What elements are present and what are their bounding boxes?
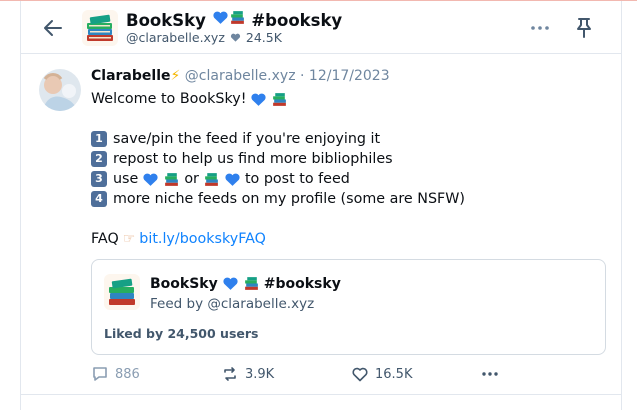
item3-text-c: to post to feed [244, 171, 350, 187]
speech-bubble-icon [93, 367, 107, 381]
item3-text-b: or [184, 171, 199, 187]
keycap-2-icon: 2 [91, 151, 107, 167]
post-meta: Clarabelle⚡ @clarabelle.xyz · 12/17/2023 [91, 67, 390, 86]
reply-button[interactable]: 886 [91, 365, 140, 383]
post-text: Welcome to BookSky! 1 save/pin the feed … [91, 89, 611, 249]
author-name[interactable]: Clarabelle [91, 68, 170, 84]
welcome-text: Welcome to BookSky! [91, 91, 247, 107]
feed-title-text: BookSky [126, 11, 206, 30]
embed-title-text: BookSky [150, 275, 218, 292]
ellipsis-icon [531, 26, 549, 30]
more-options-button[interactable] [526, 16, 554, 40]
keycap-4-icon: 4 [91, 191, 107, 207]
pointing-hand-icon: ☞ [122, 231, 136, 247]
books-icon [271, 91, 288, 108]
item4-text: more niche feeds on my profile (some are… [113, 191, 465, 207]
like-count: 16.5K [375, 366, 413, 382]
post-line-item2: 2 repost to help us find more bibliophil… [91, 149, 611, 169]
post-line-item4: 4 more niche feeds on my profile (some a… [91, 189, 611, 209]
item3-text-a: use [113, 171, 139, 187]
keycap-3-icon: 3 [91, 171, 107, 187]
embed-liked-by: Liked by 24,500 users [104, 326, 259, 341]
post-line-welcome: Welcome to BookSky! [91, 89, 611, 109]
feed-avatar-books-icon [82, 10, 118, 46]
post-more-button[interactable] [481, 371, 499, 377]
blue-heart-icon [212, 9, 229, 26]
embed-title: BookSky #booksky [150, 275, 341, 292]
meta-separator: · [300, 68, 305, 84]
feed-creator-handle[interactable]: @clarabelle.xyz [126, 30, 225, 45]
post-date[interactable]: 12/17/2023 [309, 68, 390, 84]
repost-button[interactable]: 3.9K [221, 365, 274, 383]
books-icon [203, 171, 220, 188]
author-handle[interactable]: @clarabelle.xyz [185, 68, 296, 84]
item2-text: repost to help us find more bibliophiles [113, 151, 393, 167]
post-actions: 886 3.9K 16.5K [91, 363, 611, 387]
blue-heart-icon [142, 171, 159, 188]
books-icon [163, 171, 180, 188]
feed-column: BookSky #booksky @clarabelle.xyz 24.5K C… [20, 1, 622, 410]
feed-title: BookSky #booksky [126, 9, 342, 31]
post-line-faq: FAQ ☞ bit.ly/bookskyFAQ [91, 229, 611, 249]
embed-title-tag: #booksky [263, 275, 341, 292]
back-arrow-icon[interactable] [41, 16, 65, 40]
blue-heart-icon [222, 275, 239, 292]
reply-count: 886 [115, 366, 140, 382]
post-line-item3: 3 use or to post to feed [91, 169, 611, 189]
like-button[interactable]: 16.5K [351, 365, 412, 383]
keycap-1-icon: 1 [91, 131, 107, 147]
ellipsis-icon [482, 372, 498, 376]
feed-subline: @clarabelle.xyz 24.5K [126, 30, 282, 45]
blue-heart-icon [224, 171, 241, 188]
embed-subtitle: Feed by @clarabelle.xyz [150, 296, 315, 312]
repost-count: 3.9K [245, 366, 275, 382]
embed-feed-avatar-books-icon [104, 274, 140, 310]
lightning-icon: ⚡ [170, 68, 181, 84]
user-avatar[interactable] [39, 69, 81, 111]
heart-icon [352, 367, 368, 382]
faq-link[interactable]: bit.ly/bookskyFAQ [139, 229, 266, 249]
faq-label: FAQ [91, 231, 119, 247]
post[interactable]: Clarabelle⚡ @clarabelle.xyz · 12/17/2023… [21, 55, 621, 395]
feed-title-tag: #booksky [251, 11, 343, 30]
books-icon [243, 275, 260, 292]
blue-heart-icon [250, 91, 267, 108]
post-line-item1: 1 save/pin the feed if you're enjoying i… [91, 129, 611, 149]
embedded-feed-card[interactable]: BookSky #booksky Feed by @clarabelle.xyz… [91, 259, 606, 355]
repost-icon [224, 367, 236, 381]
heart-icon [230, 33, 240, 42]
feed-like-count: 24.5K [245, 30, 282, 45]
feed-header: BookSky #booksky @clarabelle.xyz 24.5K [21, 1, 621, 54]
item1-text: save/pin the feed if you're enjoying it [113, 131, 381, 147]
books-icon [229, 9, 246, 26]
pin-icon[interactable] [573, 16, 595, 40]
